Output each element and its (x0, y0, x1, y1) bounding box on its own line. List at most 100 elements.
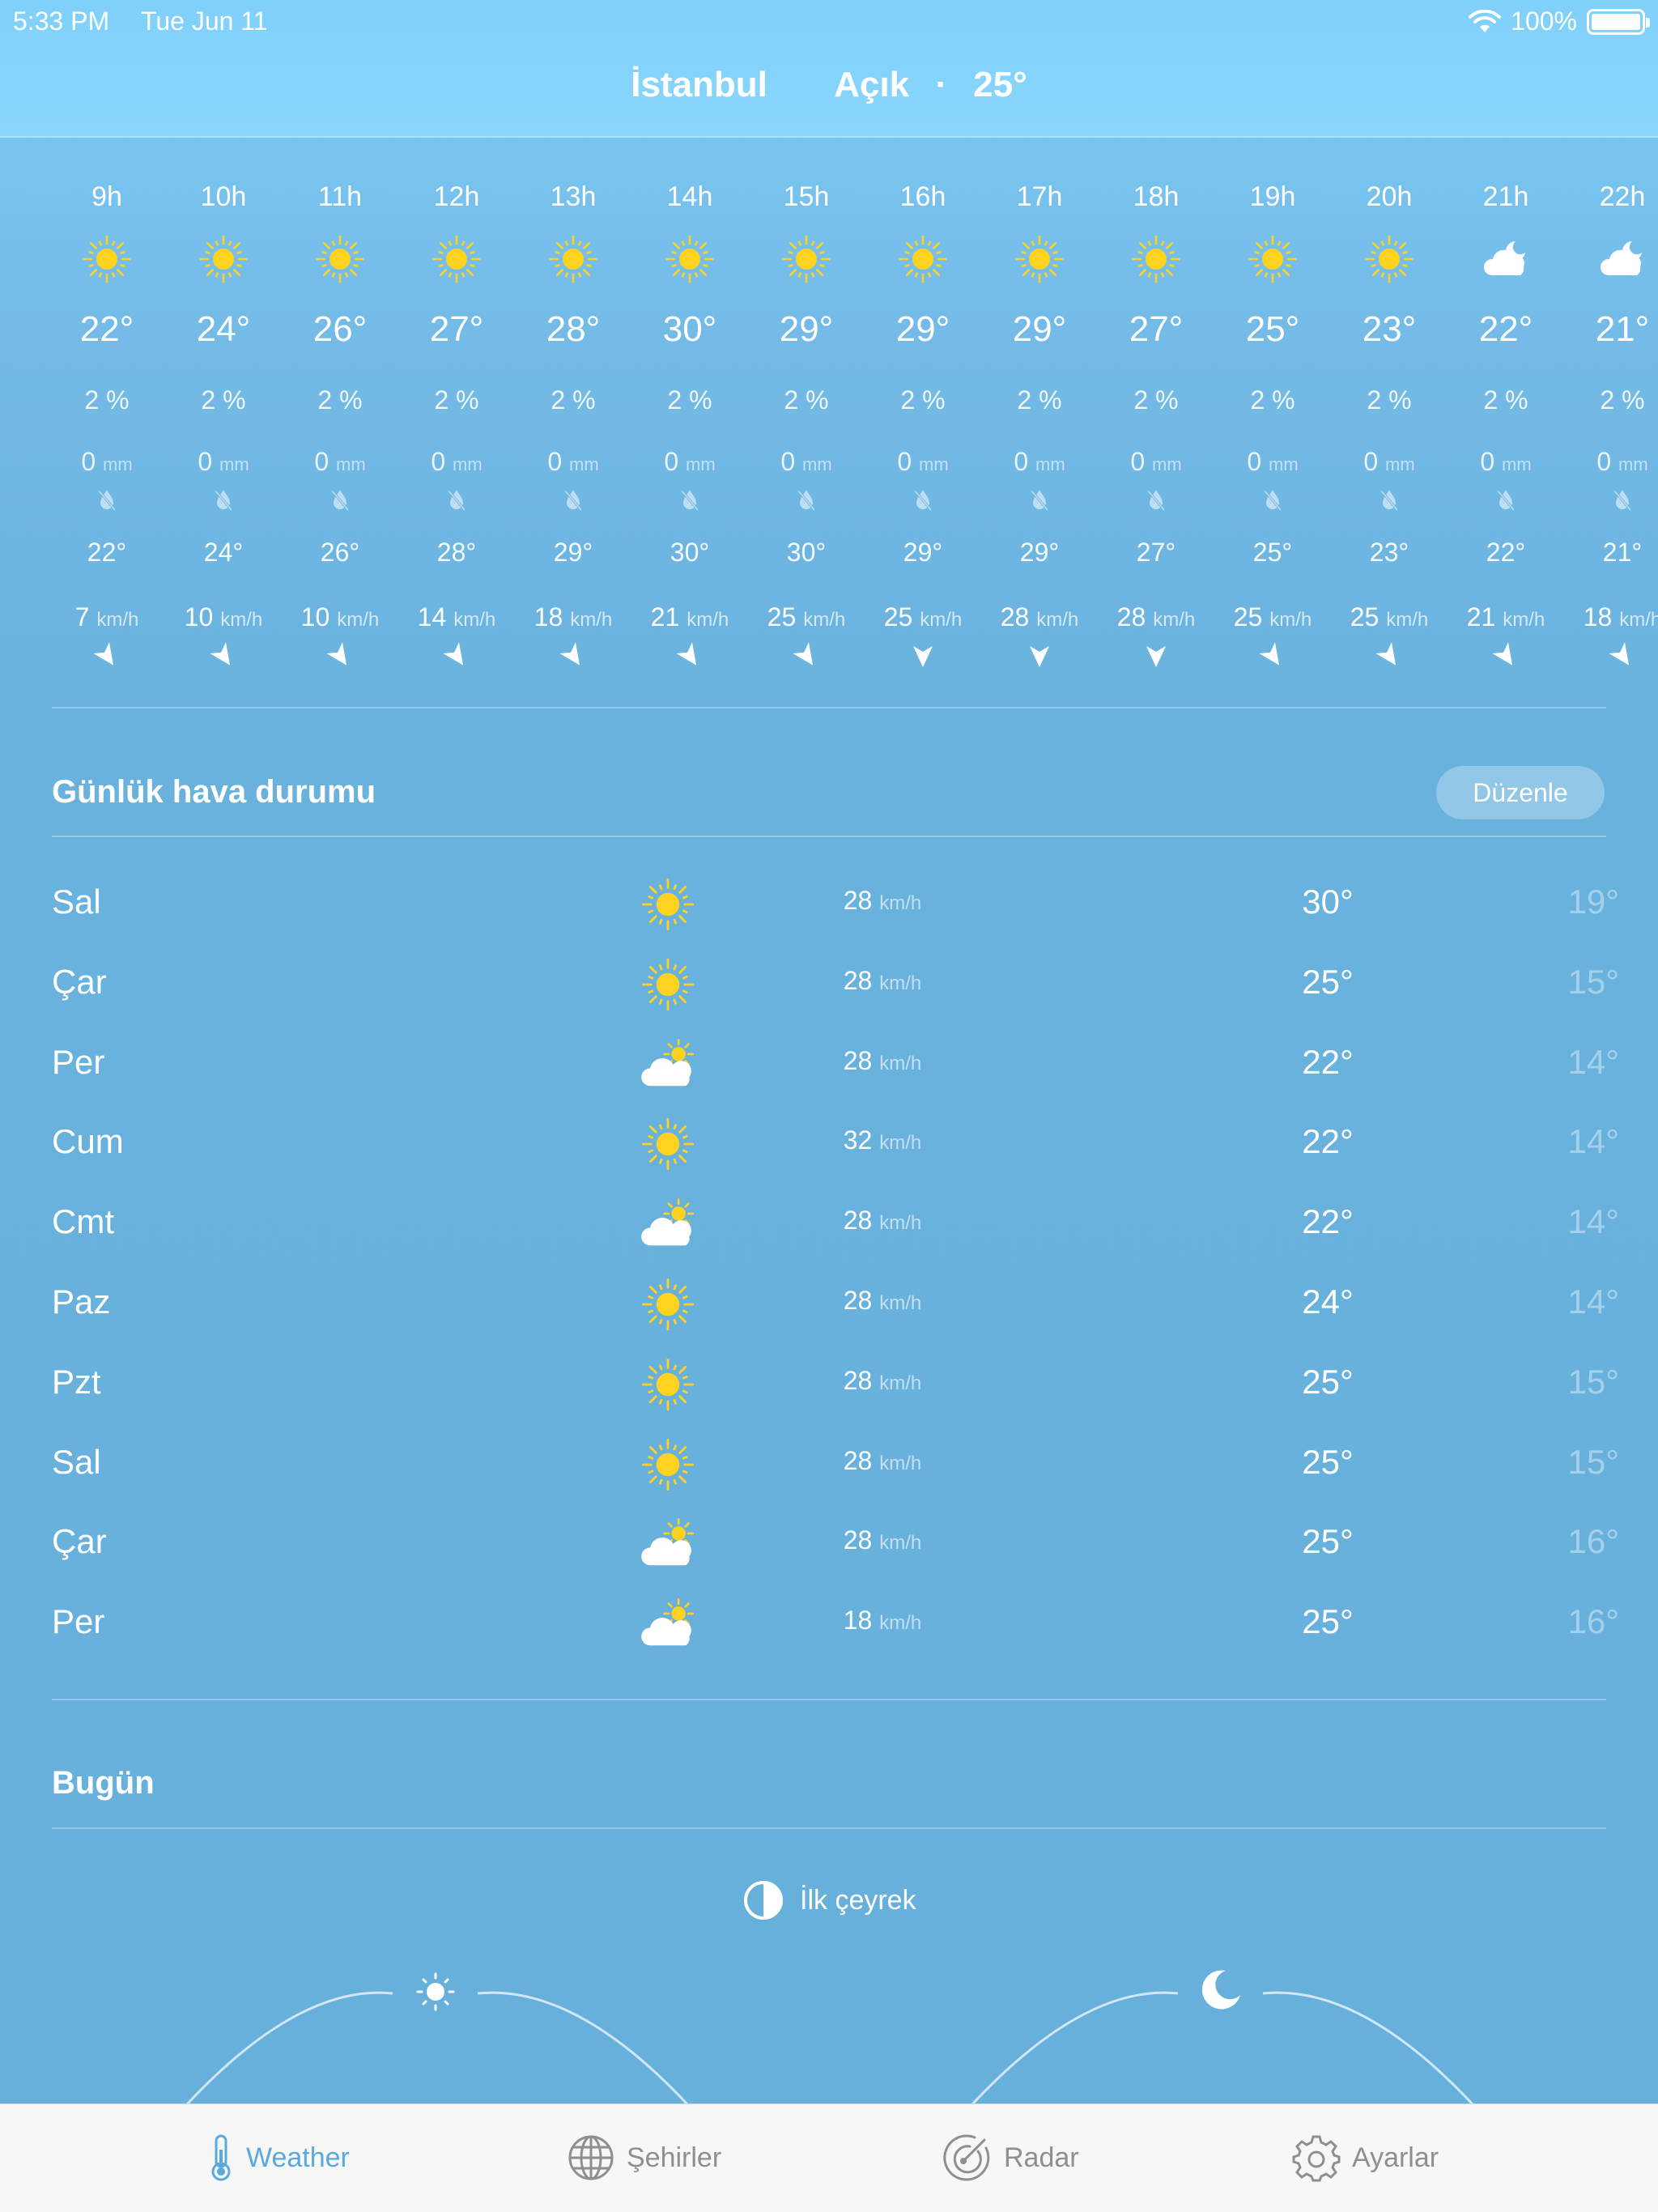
sun-icon (664, 233, 716, 285)
daily-row[interactable]: Sal 28 km/h 25° 15° (0, 1419, 1658, 1498)
status-bar: 5:33 PM Tue Jun 11 100% (0, 0, 1658, 42)
hour-temp: 26° (312, 309, 368, 349)
daily-row[interactable]: Cmt 28 km/h 22° 14° (0, 1178, 1658, 1257)
wind-value: 28 (843, 886, 873, 915)
daily-row[interactable]: Cum 32 km/h 22° 14° (0, 1098, 1658, 1177)
moon-cloud-icon (1480, 233, 1532, 285)
wind-unit: km/h (1036, 609, 1079, 631)
wind-speed: 28 km/h (981, 602, 1098, 632)
hour-temp: 21° (1595, 309, 1650, 349)
wind-value: 18 (843, 1606, 873, 1636)
daily-row[interactable]: Çar 28 km/h 25° 16° (0, 1498, 1658, 1577)
no-rain-icon (1378, 487, 1401, 512)
tab-weather[interactable]: Weather (207, 2133, 350, 2182)
wind-direction-icon (792, 641, 821, 670)
wind-direction-icon (1491, 641, 1520, 670)
wind-value: 28 (843, 965, 873, 995)
sun-cloud-icon (640, 1196, 696, 1253)
day-wind: 32 km/h (826, 1125, 939, 1155)
thermometer-icon (211, 2134, 231, 2181)
wind-unit: km/h (453, 609, 496, 631)
precip-value: 0 (1130, 447, 1146, 476)
wind-value: 21 (650, 602, 680, 632)
sun-icon (640, 1276, 696, 1333)
hour-label: 20h (1366, 181, 1413, 212)
wind-speed: 14 km/h (398, 602, 515, 632)
wind-direction-icon (442, 641, 471, 670)
sun-icon (314, 233, 366, 285)
precip-value: 0 (1014, 447, 1029, 476)
no-rain-icon (1611, 487, 1634, 512)
daily-row[interactable]: Per 28 km/h 22° 14° (0, 1019, 1658, 1098)
precip-amount: 0 mm (865, 447, 981, 477)
precip-amount: 0 mm (282, 447, 398, 477)
precip-probability: 2 % (201, 385, 246, 415)
hour-label: 12h (433, 181, 480, 212)
feels-like-temp: 29° (1019, 538, 1060, 567)
day-low-temp: 14° (1567, 1202, 1619, 1241)
wind-unit: km/h (803, 609, 846, 631)
sun-icon (640, 1356, 696, 1413)
daily-row[interactable]: Sal 28 km/h 30° 19° (0, 858, 1658, 938)
sun-icon (547, 233, 599, 285)
hour-temp: 28° (546, 309, 601, 349)
wind-value: 28 (843, 1445, 873, 1475)
day-low-temp: 15° (1567, 962, 1619, 1001)
precip-unit: mm (336, 454, 366, 474)
day-wind: 28 km/h (826, 886, 939, 916)
tab-settings[interactable]: Ayarlar (1292, 2133, 1439, 2182)
precip-unit: mm (569, 454, 599, 474)
edit-button[interactable]: Düzenle (1436, 766, 1605, 819)
daily-row[interactable]: Per 18 km/h 25° 16° (0, 1578, 1658, 1657)
precip-unit: mm (686, 454, 716, 474)
precip-value: 0 (198, 447, 213, 476)
day-label: Cmt (52, 1202, 114, 1241)
status-date: Tue Jun 11 (141, 6, 268, 36)
hourly-forecast[interactable]: 9h 22° 2 % 0 mm 22° 7 km/h 10h 24° 2 % 0… (0, 162, 1658, 680)
wind-value: 28 (1116, 602, 1146, 632)
wind-value: 25 (1233, 602, 1263, 632)
wind-direction-icon (92, 641, 121, 670)
daily-row[interactable]: Paz 28 km/h 24° 14° (0, 1258, 1658, 1338)
hour-temp: 22° (1478, 309, 1533, 349)
wind-direction-icon (675, 641, 704, 670)
daily-row[interactable]: Çar 28 km/h 25° 15° (0, 938, 1658, 1018)
day-wind: 28 km/h (826, 1366, 939, 1396)
wind-direction-icon (1025, 641, 1054, 670)
wind-value: 7 (74, 602, 90, 632)
precip-value: 0 (664, 447, 679, 476)
daily-row[interactable]: Pzt 28 km/h 25° 15° (0, 1338, 1658, 1418)
current-temp: 25° (973, 65, 1027, 104)
hour-label: 22h (1599, 181, 1646, 212)
wind-value: 10 (184, 602, 214, 632)
day-low-temp: 19° (1567, 883, 1619, 921)
moon-phase-label: İlk çeyrek (800, 1884, 916, 1916)
day-label: Sal (52, 1442, 101, 1481)
day-high-temp: 25° (1302, 1522, 1354, 1561)
location-header[interactable]: İstanbul Açık · 25° (0, 65, 1658, 105)
hour-label: 9h (91, 181, 122, 212)
tab-radar[interactable]: Radar (942, 2133, 1079, 2182)
day-high-temp: 25° (1302, 962, 1354, 1001)
wind-unit: km/h (879, 1052, 922, 1074)
sun-icon (81, 233, 133, 285)
sun-icon (780, 233, 832, 285)
header: 5:33 PM Tue Jun 11 100% İstanbul Açık · … (0, 0, 1658, 138)
day-label: Pzt (52, 1362, 101, 1401)
hour-label: 14h (666, 181, 713, 212)
sun-icon (1130, 233, 1182, 285)
current-condition: Açık (834, 65, 910, 104)
day-high-temp: 25° (1302, 1442, 1354, 1481)
no-rain-icon (678, 487, 701, 512)
hour-temp: 29° (779, 309, 834, 349)
status-right: 100% (1469, 6, 1650, 36)
wind-direction-icon (908, 641, 937, 670)
feels-like-temp: 24° (203, 538, 244, 567)
battery-percent: 100% (1511, 6, 1577, 36)
tab-cities[interactable]: Şehirler (567, 2133, 721, 2182)
gear-icon (1292, 2135, 1341, 2182)
hour-label: 18h (1133, 181, 1180, 212)
precip-amount: 0 mm (1214, 447, 1331, 477)
no-rain-icon (212, 487, 235, 512)
feels-like-temp: 22° (1486, 538, 1526, 567)
